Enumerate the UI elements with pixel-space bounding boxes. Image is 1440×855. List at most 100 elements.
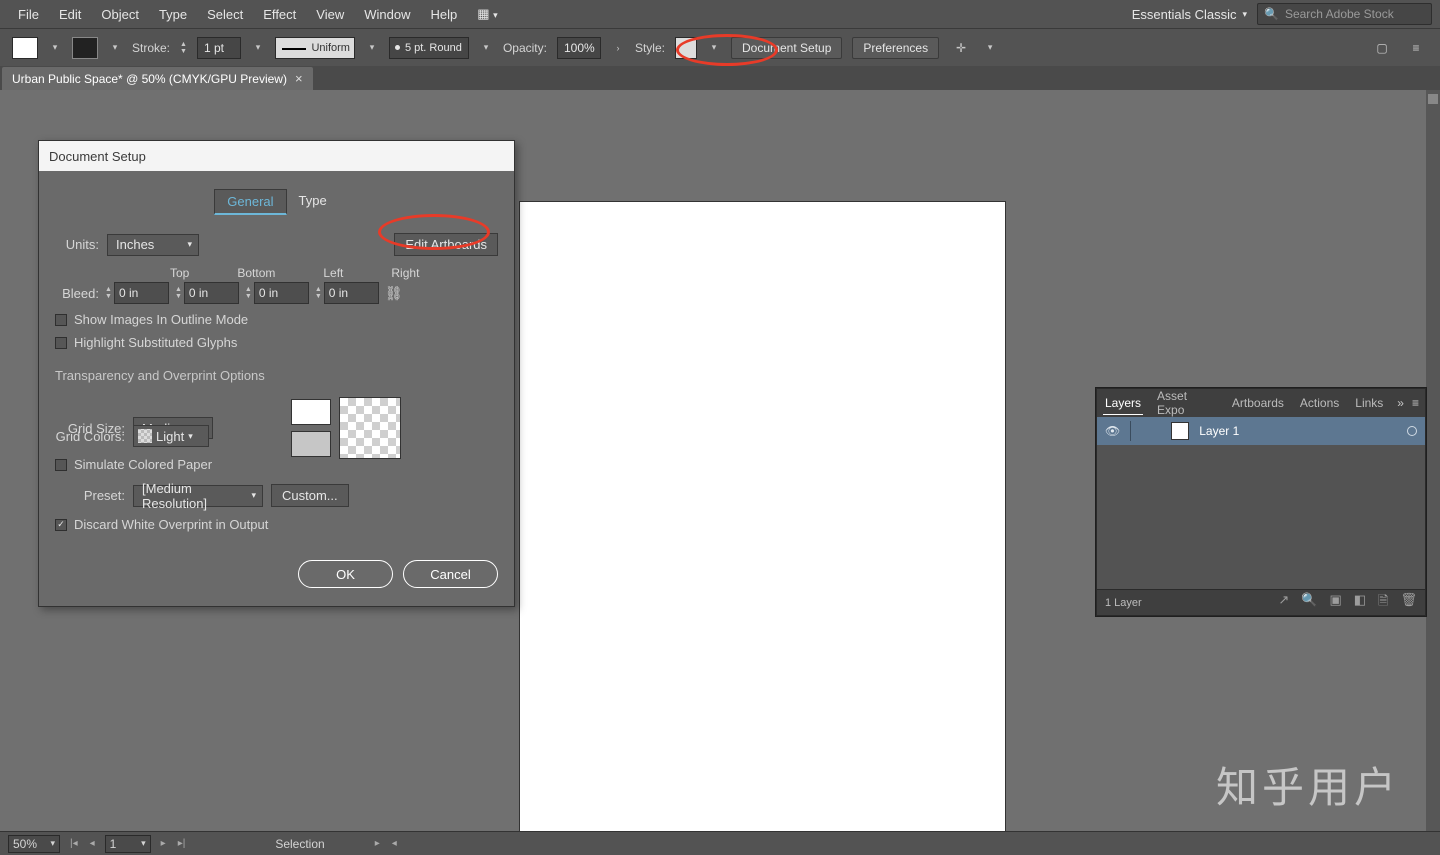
bleed-right-stepper[interactable]: ▲▼	[315, 286, 322, 300]
graphic-style-swatch[interactable]	[675, 37, 697, 59]
menu-select[interactable]: Select	[197, 2, 253, 27]
artboard[interactable]	[520, 202, 1005, 842]
new-sublayer-icon[interactable]: ◧	[1354, 592, 1366, 614]
bleed-bottom-stepper[interactable]: ▲▼	[175, 286, 182, 300]
locate-object-icon[interactable]: ↗	[1278, 592, 1289, 614]
edit-artboards-button[interactable]: Edit Artboards	[394, 233, 498, 256]
brush-definition[interactable]: 5 pt. Round	[389, 37, 469, 59]
brush-dropdown-icon[interactable]: ▾	[479, 42, 493, 53]
layer-thumbnail	[1171, 422, 1189, 440]
style-dropdown-icon[interactable]: ▾	[707, 42, 721, 53]
document-setup-dialog: Document Setup General Type Units: Inche…	[38, 140, 515, 607]
collapse-panel-icon[interactable]: »	[1397, 396, 1404, 410]
style-label: Style:	[635, 41, 665, 55]
panel-tab-artboards[interactable]: Artboards	[1230, 392, 1286, 414]
layers-footer: 1 Layer ↗ 🔍 ▣ ◧ 🗎 🗑	[1097, 589, 1425, 615]
panel-tab-asset[interactable]: Asset Expo	[1155, 385, 1218, 421]
stock-search-input[interactable]: 🔍 Search Adobe Stock	[1257, 3, 1432, 25]
stroke-stepper[interactable]: ▲▼	[180, 41, 187, 55]
discard-overprint-label: Discard White Overprint in Output	[74, 517, 268, 532]
panel-menu-icon[interactable]: ≡	[1404, 37, 1428, 59]
stroke-swatch[interactable]	[72, 37, 98, 59]
arrange-documents-icon[interactable]: ▦ ▾	[467, 1, 507, 27]
close-tab-icon[interactable]: ×	[295, 71, 303, 86]
menu-help[interactable]: Help	[420, 2, 467, 27]
grid-color-light-swatch[interactable]	[291, 399, 331, 425]
align-icon[interactable]: ✛	[949, 37, 973, 59]
hscroll-left-icon[interactable]: ◂	[390, 838, 399, 849]
stroke-profile[interactable]: Uniform	[275, 37, 355, 59]
stroke-profile-dropdown-icon[interactable]: ▾	[365, 42, 379, 53]
fill-swatch[interactable]	[12, 37, 38, 59]
align-dropdown-icon[interactable]: ▾	[983, 42, 997, 53]
menu-file[interactable]: File	[8, 2, 49, 27]
panel-toggle-icon[interactable]: ▢	[1370, 37, 1394, 59]
bleed-left-stepper[interactable]: ▲▼	[245, 286, 252, 300]
tab-type[interactable]: Type	[287, 189, 339, 215]
menu-object[interactable]: Object	[91, 2, 149, 27]
tab-general[interactable]: General	[214, 189, 286, 215]
next-artboard-icon[interactable]: ▸	[159, 838, 168, 849]
bleed-bottom-input[interactable]	[184, 282, 239, 304]
units-select[interactable]: Inches▾	[107, 234, 199, 256]
preferences-button[interactable]: Preferences	[852, 37, 939, 59]
document-setup-button[interactable]: Document Setup	[731, 37, 842, 59]
cancel-button[interactable]: Cancel	[403, 560, 498, 588]
outline-mode-label: Show Images In Outline Mode	[74, 312, 248, 327]
bleed-top-input[interactable]	[114, 282, 169, 304]
panel-tab-links[interactable]: Links	[1353, 392, 1385, 414]
bleed-label: Bleed:	[55, 286, 99, 301]
fill-dropdown-icon[interactable]: ▾	[48, 42, 62, 53]
ok-button[interactable]: OK	[298, 560, 393, 588]
outline-mode-checkbox[interactable]	[55, 314, 67, 326]
vertical-scrollbar[interactable]	[1426, 90, 1440, 831]
document-tab-bar: Urban Public Space* @ 50% (CMYK/GPU Prev…	[0, 66, 1440, 90]
highlight-glyphs-checkbox[interactable]	[55, 337, 67, 349]
artboard-nav-field[interactable]: 1▾	[105, 835, 151, 853]
layer-row[interactable]: 👁 Layer 1	[1097, 417, 1425, 445]
visibility-icon[interactable]: 👁	[1105, 424, 1120, 438]
simulate-paper-label: Simulate Colored Paper	[74, 457, 212, 472]
opacity-field[interactable]: 100%	[557, 37, 601, 59]
new-layer-icon[interactable]: 🗎	[1378, 592, 1388, 614]
find-icon[interactable]: 🔍	[1301, 592, 1317, 614]
panel-tab-actions[interactable]: Actions	[1298, 392, 1341, 414]
grid-colors-select[interactable]: Light▾	[133, 425, 209, 447]
control-bar: ▾ ▾ Stroke: ▲▼ 1 pt ▾ Uniform ▾ 5 pt. Ro…	[0, 28, 1440, 66]
layers-panel: Layers Asset Expo Artboards Actions Link…	[1096, 388, 1426, 616]
stroke-dropdown-icon[interactable]: ▾	[108, 42, 122, 53]
workspace-label: Essentials Classic	[1132, 7, 1237, 22]
status-more-icon[interactable]: ▸	[373, 838, 382, 849]
bleed-top-stepper[interactable]: ▲▼	[105, 286, 112, 300]
bleed-left-input[interactable]	[254, 282, 309, 304]
first-artboard-icon[interactable]: |◂	[68, 838, 80, 849]
status-bar: 50%▾ |◂ ◂ 1▾ ▸ ▸| Selection ▸ ◂	[0, 831, 1440, 855]
preset-select[interactable]: [Medium Resolution]▾	[133, 485, 263, 507]
menu-edit[interactable]: Edit	[49, 2, 91, 27]
discard-overprint-checkbox[interactable]: ✓	[55, 519, 67, 531]
panel-tab-layers[interactable]: Layers	[1103, 392, 1143, 415]
zoom-level[interactable]: 50%▾	[8, 835, 60, 853]
last-artboard-icon[interactable]: ▸|	[176, 838, 188, 849]
custom-preset-button[interactable]: Custom...	[271, 484, 349, 507]
stroke-weight-dropdown-icon[interactable]: ▾	[251, 42, 265, 53]
delete-layer-icon[interactable]: 🗑	[1400, 592, 1417, 614]
stroke-weight-field[interactable]: 1 pt	[197, 37, 241, 59]
grid-color-dark-swatch[interactable]	[291, 431, 331, 457]
clip-mask-icon[interactable]: ▣	[1329, 592, 1341, 614]
panel-menu-icon[interactable]: ≡	[1412, 396, 1419, 410]
simulate-paper-checkbox[interactable]	[55, 459, 67, 471]
target-icon[interactable]	[1407, 426, 1417, 436]
document-tab[interactable]: Urban Public Space* @ 50% (CMYK/GPU Prev…	[2, 67, 313, 90]
link-bleed-icon[interactable]: ⛓	[385, 282, 403, 304]
layer-name[interactable]: Layer 1	[1199, 424, 1239, 438]
menu-window[interactable]: Window	[354, 2, 420, 27]
menu-type[interactable]: Type	[149, 2, 197, 27]
layers-body	[1097, 445, 1425, 589]
opacity-more-icon[interactable]: ›	[611, 43, 625, 53]
menu-view[interactable]: View	[306, 2, 354, 27]
bleed-right-input[interactable]	[324, 282, 379, 304]
menu-effect[interactable]: Effect	[253, 2, 306, 27]
prev-artboard-icon[interactable]: ◂	[88, 838, 97, 849]
workspace-switcher[interactable]: Essentials Classic ▾	[1132, 7, 1247, 22]
